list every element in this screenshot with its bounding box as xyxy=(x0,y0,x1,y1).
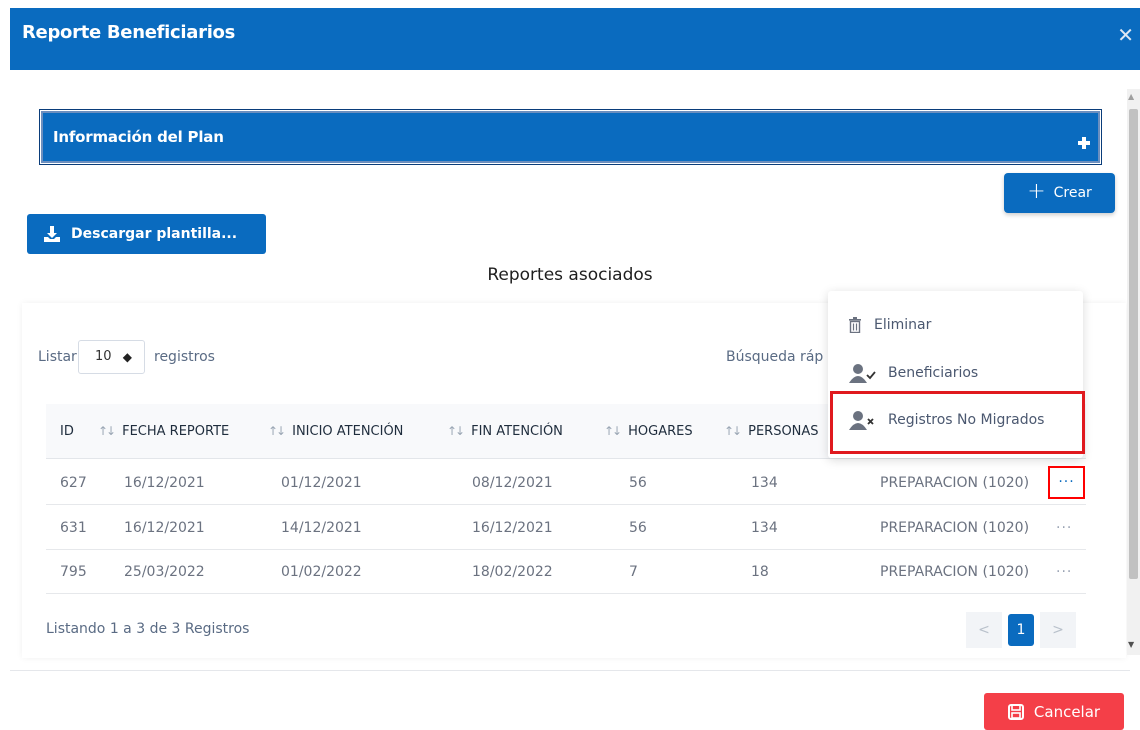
cell-hogares: 7 xyxy=(629,564,638,580)
cell-id: 795 xyxy=(60,564,87,580)
descargar-plantilla-button[interactable]: Descargar plantilla... xyxy=(27,214,266,254)
pagination-next-button[interactable]: > xyxy=(1040,612,1076,648)
cell-fin: 16/12/2021 xyxy=(472,520,553,536)
table-row: 631 16/12/2021 14/12/2021 16/12/2021 56 … xyxy=(46,506,1086,550)
sort-icon: ↑↓ xyxy=(447,424,465,438)
table-footer-info: Listando 1 a 3 de 3 Registros xyxy=(46,621,250,637)
row-actions-button[interactable]: ··· xyxy=(1056,550,1072,594)
cell-fecha: 16/12/2021 xyxy=(124,475,205,491)
sort-icon: ↑↓ xyxy=(98,424,116,438)
close-icon[interactable]: ✕ xyxy=(1117,23,1134,47)
sort-icon: ↑↓ xyxy=(724,424,742,438)
th-inicio-atencion[interactable]: ↑↓ INICIO ATENCIÓN xyxy=(268,404,403,459)
page-size-select[interactable]: 10 ◆ xyxy=(78,340,145,374)
page-size-value: 10 xyxy=(95,349,112,364)
cell-estado: PREPARACION (1020) xyxy=(880,564,1030,580)
busqueda-label: Búsqueda ráp xyxy=(726,349,824,365)
cell-estado: PREPARACION (1020) xyxy=(880,475,1030,491)
cell-hogares: 56 xyxy=(629,520,647,536)
sort-caret-icon: ◆ xyxy=(122,350,132,364)
footer-divider xyxy=(10,670,1130,671)
table-row: 795 25/03/2022 01/02/2022 18/02/2022 7 1… xyxy=(46,550,1086,594)
modal-header: Reporte Beneficiarios ✕ xyxy=(10,8,1140,70)
menu-item-eliminar[interactable]: Eliminar xyxy=(848,317,931,333)
scroll-up-arrow-icon[interactable]: ▲ xyxy=(1128,92,1134,101)
plus-icon: + xyxy=(1027,179,1046,204)
save-icon xyxy=(1007,703,1024,720)
th-fin-atencion[interactable]: ↑↓ FIN ATENCIÓN xyxy=(447,404,563,459)
th-id[interactable]: ID xyxy=(60,404,74,459)
cell-inicio: 14/12/2021 xyxy=(281,520,362,536)
sort-icon: ↑↓ xyxy=(268,424,286,438)
scrollbar-thumb[interactable] xyxy=(1129,109,1138,579)
row-actions-button[interactable]: ··· xyxy=(1056,506,1072,550)
th-hogares[interactable]: ↑↓ HOGARES xyxy=(604,404,693,459)
plus-icon[interactable] xyxy=(1078,137,1090,149)
scroll-down-arrow-icon[interactable]: ▼ xyxy=(1128,640,1134,649)
menu-item-label: Eliminar xyxy=(874,317,932,333)
th-fecha-reporte[interactable]: ↑↓ FECHA REPORTE xyxy=(98,404,229,459)
cell-id: 631 xyxy=(60,520,87,536)
cancelar-button[interactable]: Cancelar xyxy=(984,693,1124,730)
menu-item-highlight-box xyxy=(830,391,1085,454)
registros-label: registros xyxy=(154,349,215,365)
descargar-label: Descargar plantilla... xyxy=(71,226,238,242)
th-personas[interactable]: ↑↓ PERSONAS xyxy=(724,404,819,459)
pagination-prev-button[interactable]: < xyxy=(966,612,1002,648)
modal-title: Reporte Beneficiarios xyxy=(22,22,236,43)
cell-fin: 18/02/2022 xyxy=(472,564,553,580)
cell-inicio: 01/12/2021 xyxy=(281,475,362,491)
cell-hogares: 56 xyxy=(629,475,647,491)
cell-estado: PREPARACION (1020) xyxy=(880,520,1030,536)
crear-button-label: Crear xyxy=(1053,185,1092,201)
cell-fecha: 16/12/2021 xyxy=(124,520,205,536)
pagination: < 1 > xyxy=(966,612,1076,648)
cell-fecha: 25/03/2022 xyxy=(124,564,205,580)
modal: Reporte Beneficiarios ✕ Información del … xyxy=(0,0,1140,730)
accordion-title: Información del Plan xyxy=(53,128,224,146)
trash-icon xyxy=(849,317,861,333)
sort-icon: ↑↓ xyxy=(604,424,622,438)
user-check-icon xyxy=(849,364,876,383)
section-title: Reportes asociados xyxy=(487,265,653,285)
pagination-page-button[interactable]: 1 xyxy=(1008,614,1034,646)
menu-item-beneficiarios[interactable]: Beneficiarios xyxy=(848,363,978,383)
row-actions-button[interactable]: ··· xyxy=(1048,466,1085,499)
menu-item-label: Beneficiarios xyxy=(888,365,979,381)
listar-label: Listar xyxy=(38,349,77,365)
cell-personas: 134 xyxy=(751,475,778,491)
cancelar-label: Cancelar xyxy=(1033,702,1101,721)
table-row: 627 16/12/2021 01/12/2021 08/12/2021 56 … xyxy=(46,461,1086,505)
download-icon xyxy=(44,226,60,242)
cell-personas: 134 xyxy=(751,520,778,536)
cell-id: 627 xyxy=(60,475,87,491)
accordion-informacion-plan[interactable]: Información del Plan xyxy=(39,109,1102,165)
crear-button[interactable]: + Crear xyxy=(1004,173,1115,213)
cell-personas: 18 xyxy=(751,564,769,580)
cell-fin: 08/12/2021 xyxy=(472,475,553,491)
cell-inicio: 01/02/2022 xyxy=(281,564,362,580)
